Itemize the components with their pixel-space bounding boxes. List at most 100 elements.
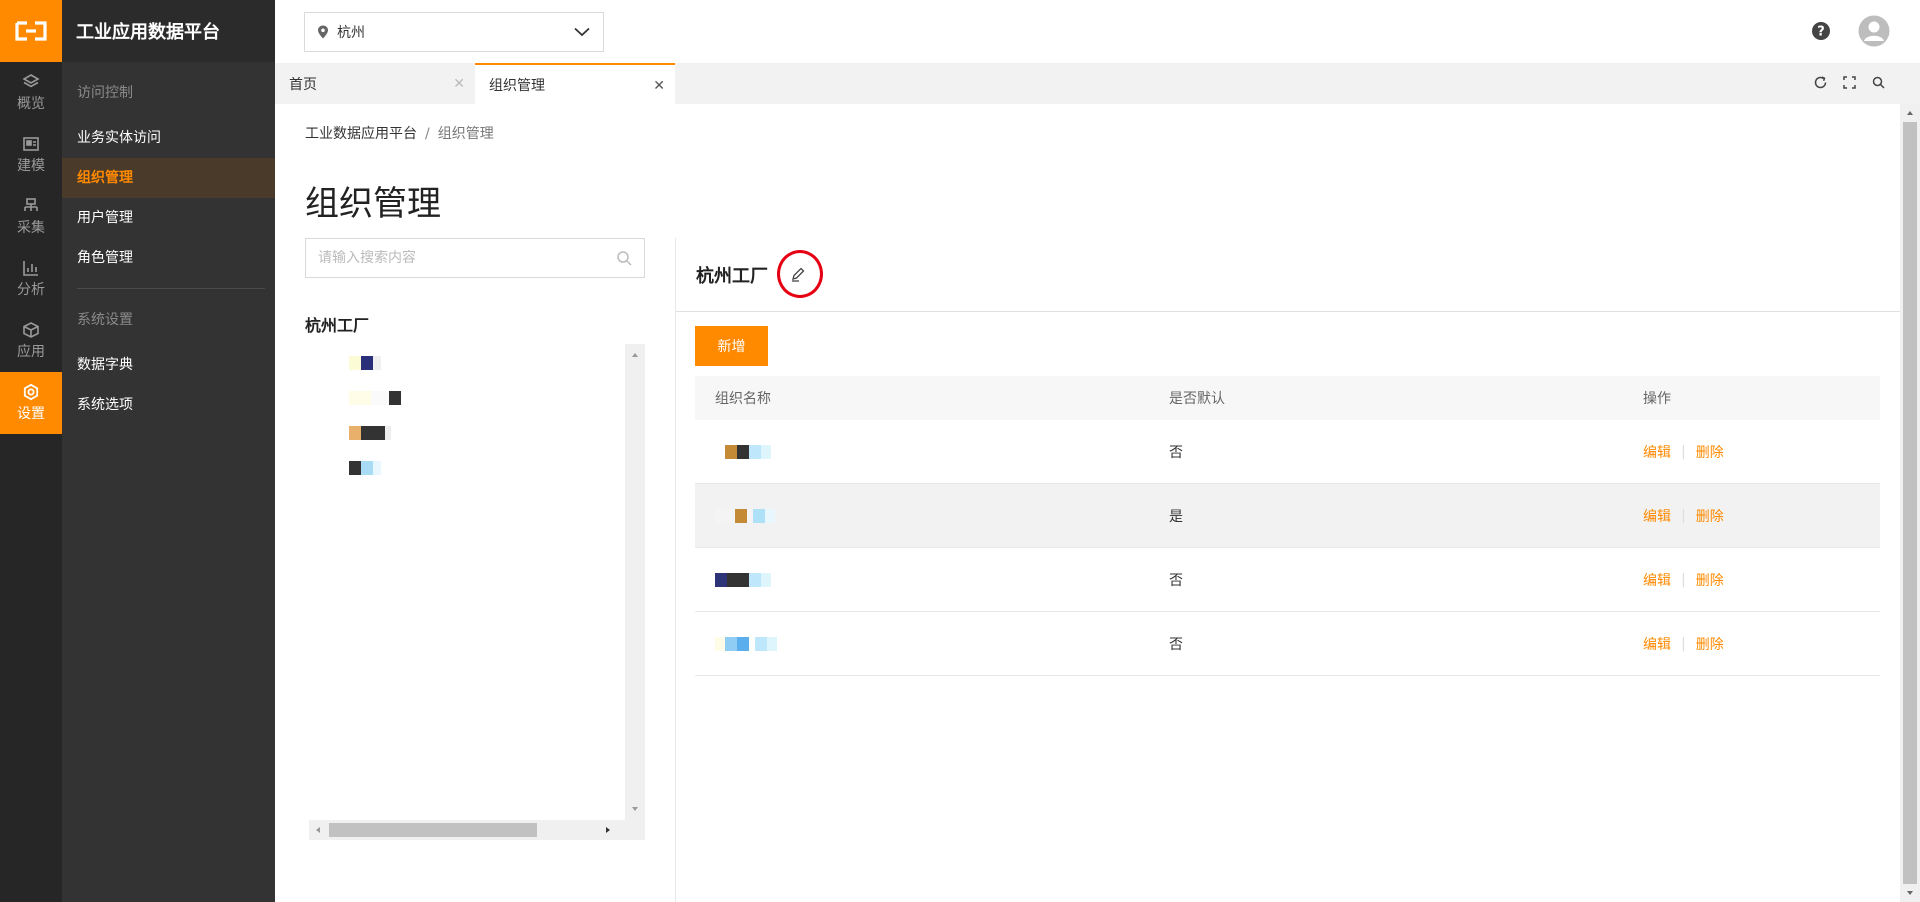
add-button[interactable]: 新增: [695, 326, 768, 366]
side-menu: 工业应用数据平台 访问控制 业务实体访问 组织管理 用户管理 角色管理 系统设置…: [62, 0, 275, 902]
arrow-up-icon[interactable]: [1900, 106, 1920, 120]
chevron-down-icon: [574, 27, 590, 37]
tab-label: 组织管理: [489, 77, 545, 94]
search-icon[interactable]: [1871, 75, 1886, 90]
menu-group-system: 系统设置: [77, 312, 133, 328]
panel-divider: [675, 238, 676, 902]
rail-label: 建模: [17, 158, 45, 174]
header-is-default: 是否默认: [1169, 391, 1225, 407]
menu-item-users[interactable]: 用户管理: [62, 198, 275, 238]
detail-title: 杭州工厂: [696, 266, 768, 287]
city-select-value: 杭州: [337, 25, 365, 41]
tree-root[interactable]: 杭州工厂: [305, 312, 369, 336]
org-table: 组织名称 是否默认 操作 否 编辑 | 删除 是 编辑 | 删除 否 编辑 | …: [695, 376, 1880, 676]
page-title: 组织管理: [305, 184, 441, 224]
arrow-left-icon[interactable]: [311, 820, 325, 840]
separator: |: [1681, 507, 1686, 524]
rail-label: 概览: [17, 96, 45, 112]
separator: |: [1681, 443, 1686, 460]
menu-item-entity-access[interactable]: 业务实体访问: [62, 118, 275, 158]
tabs-bar: 首页 ✕ 组织管理 ✕: [275, 63, 1920, 104]
edit-link[interactable]: 编辑: [1643, 506, 1671, 526]
separator: |: [1681, 571, 1686, 588]
org-tree: [309, 344, 620, 820]
delete-link[interactable]: 删除: [1696, 634, 1724, 654]
main-content: 工业数据应用平台 / 组织管理 组织管理 杭州工厂 杭州工厂 新增: [275, 104, 1900, 902]
help-icon[interactable]: ?: [1811, 21, 1831, 41]
search-icon[interactable]: [616, 250, 632, 266]
separator: |: [1681, 635, 1686, 652]
close-icon[interactable]: ✕: [453, 76, 465, 92]
operations-cell: 编辑 | 删除: [1643, 442, 1880, 462]
table-header: 组织名称 是否默认 操作: [695, 376, 1880, 420]
highlight-circle: [777, 250, 823, 298]
cube-icon: [23, 322, 39, 338]
breadcrumb-separator: /: [425, 126, 430, 142]
breadcrumb-root[interactable]: 工业数据应用平台: [305, 126, 417, 142]
is-default-cell: 否: [1169, 636, 1183, 653]
table-row: 否 编辑 | 删除: [695, 612, 1880, 676]
avatar[interactable]: [1858, 15, 1890, 47]
table-row: 是 编辑 | 删除: [695, 484, 1880, 548]
breadcrumb-current: 组织管理: [437, 126, 494, 142]
tree-node[interactable]: [349, 391, 401, 407]
rail-item-settings[interactable]: 设置: [0, 372, 62, 434]
scroll-thumb[interactable]: [329, 823, 537, 837]
top-bar: 杭州 ?: [275, 0, 1920, 63]
delete-link[interactable]: 删除: [1696, 506, 1724, 526]
rail-item-apps[interactable]: 应用: [0, 310, 62, 372]
chart-icon: [23, 261, 38, 276]
header-org-name: 组织名称: [715, 391, 771, 407]
search-box[interactable]: [305, 238, 645, 278]
menu-item-org[interactable]: 组织管理: [62, 158, 275, 198]
fullscreen-icon[interactable]: [1842, 75, 1857, 90]
rail-item-analysis[interactable]: 分析: [0, 248, 62, 310]
arrow-down-icon[interactable]: [1900, 886, 1920, 900]
menu-item-roles[interactable]: 角色管理: [62, 238, 275, 278]
app-title: 工业应用数据平台: [62, 0, 275, 62]
tree-node[interactable]: [349, 356, 381, 372]
menu-item-dictionary[interactable]: 数据字典: [62, 345, 275, 385]
arrow-up-icon[interactable]: [625, 348, 645, 362]
city-select[interactable]: 杭州: [304, 12, 604, 52]
search-input[interactable]: [318, 250, 616, 266]
header-operations: 操作: [1643, 391, 1671, 407]
layers-icon: [22, 74, 40, 88]
is-default-cell: 否: [1169, 444, 1183, 461]
refresh-icon[interactable]: [1813, 75, 1828, 90]
tree-node[interactable]: [349, 461, 381, 477]
is-default-cell: 是: [1169, 508, 1183, 525]
rail-item-collect[interactable]: 采集: [0, 186, 62, 248]
tree-horizontal-scrollbar[interactable]: [309, 820, 645, 840]
dashboard-icon: [23, 137, 39, 151]
arrow-down-icon[interactable]: [625, 802, 645, 816]
tree-vertical-scrollbar[interactable]: [625, 344, 645, 820]
menu-item-options[interactable]: 系统选项: [62, 385, 275, 425]
tab-org[interactable]: 组织管理 ✕: [475, 63, 675, 104]
collect-icon: [24, 198, 38, 211]
org-name-cell: [695, 508, 1169, 523]
operations-cell: 编辑 | 删除: [1643, 570, 1880, 590]
edit-link[interactable]: 编辑: [1643, 634, 1671, 654]
arrow-right-icon[interactable]: [601, 820, 615, 840]
delete-link[interactable]: 删除: [1696, 570, 1724, 590]
rail-item-overview[interactable]: 概览: [0, 62, 62, 124]
scroll-thumb[interactable]: [1903, 122, 1917, 884]
org-name-cell: [695, 636, 1169, 651]
gear-icon: [23, 383, 39, 401]
tab-home[interactable]: 首页 ✕: [275, 63, 475, 104]
rail-item-modeling[interactable]: 建模: [0, 124, 62, 186]
table-row: 否 编辑 | 删除: [695, 420, 1880, 484]
detail-header: 杭州工厂: [676, 238, 1900, 312]
edit-link[interactable]: 编辑: [1643, 442, 1671, 462]
tab-tools: [1813, 75, 1886, 90]
tree-node[interactable]: [349, 426, 391, 442]
edit-link[interactable]: 编辑: [1643, 570, 1671, 590]
page-vertical-scrollbar[interactable]: [1900, 104, 1920, 902]
table-row: 否 编辑 | 删除: [695, 548, 1880, 612]
org-name-cell: [695, 444, 1169, 459]
close-icon[interactable]: ✕: [653, 78, 665, 94]
delete-link[interactable]: 删除: [1696, 442, 1724, 462]
tab-label: 首页: [289, 76, 317, 93]
operations-cell: 编辑 | 删除: [1643, 506, 1880, 526]
